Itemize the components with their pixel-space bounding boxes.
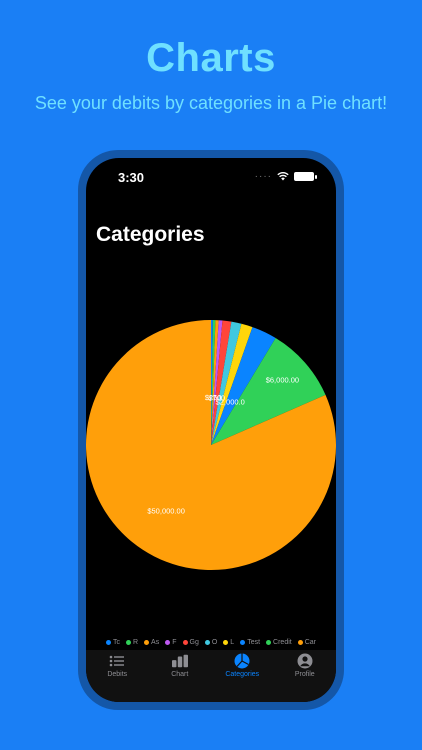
legend-swatch [266, 640, 272, 645]
legend-label: Car [304, 639, 317, 646]
legend-label: O [211, 639, 218, 646]
legend-item-tc: Tc [105, 639, 120, 646]
legend-label: Credit [273, 639, 292, 646]
status-icons: ···· [254, 169, 317, 183]
tab-categories[interactable]: Categories [211, 653, 273, 702]
tab-debits[interactable]: Debits [86, 653, 148, 702]
legend-item-f: F [165, 639, 177, 646]
tab-categories-label: Categories [225, 671, 260, 678]
legend-label: Tc [112, 639, 120, 646]
legend-swatch [165, 640, 171, 645]
pie-value-label: $50,000.00 [147, 507, 185, 516]
tab-chart[interactable]: Chart [149, 653, 211, 702]
phone-screen: 3:30 ···· Categories $50,000.00 $6,000.00… [86, 158, 336, 702]
legend-item-r: R [125, 639, 139, 646]
tab-profile[interactable]: Profile [274, 653, 336, 702]
tab-bar: Debits Chart Categories Profile [86, 650, 336, 702]
pie-value-label: $6,000.00 [266, 375, 299, 384]
legend-swatch [144, 640, 150, 645]
legend-item-gg: Gg [182, 639, 199, 646]
legend-swatch [223, 640, 229, 645]
page-title: Categories [96, 223, 205, 246]
legend-item-o: O [204, 639, 218, 646]
pie-value-label: $250 [205, 393, 222, 402]
tab-debits-label: Debits [107, 671, 128, 678]
legend-label: As [151, 639, 160, 646]
promo-headline: Charts [146, 36, 276, 80]
list-icon [109, 653, 125, 669]
legend-label: L [230, 639, 235, 646]
legend-item-test: Test [240, 639, 260, 646]
legend-label: Gg [189, 639, 199, 646]
promo-subline: See your debits by categories in a Pie c… [34, 93, 388, 113]
legend-label: F [172, 639, 177, 646]
legend-item-car: Car [297, 639, 317, 646]
legend-label: Test [247, 639, 261, 646]
tab-chart-label: Chart [171, 671, 189, 678]
legend-label: R [132, 639, 139, 646]
legend-swatch [105, 640, 111, 645]
pie-chart-icon [234, 653, 250, 669]
legend-swatch [125, 640, 131, 645]
battery-icon [294, 171, 317, 181]
pie-chart: $50,000.00$6,000.00$2,000.0$700$250 [86, 320, 336, 570]
legend-swatch [182, 640, 188, 645]
tab-profile-label: Profile [294, 671, 315, 678]
cellular-signal-icon: ···· [254, 170, 272, 182]
status-time: 3:30 [118, 170, 145, 185]
bar-chart-icon [171, 653, 188, 669]
legend-swatch [297, 640, 303, 645]
legend-swatch [240, 640, 246, 645]
legend-item-credit: Credit [266, 639, 292, 646]
wifi-icon [277, 171, 289, 181]
legend-swatch [204, 640, 210, 645]
legend-item-as: As [144, 639, 159, 646]
person-circle-icon [297, 653, 313, 669]
legend-item-l: L [223, 639, 234, 646]
chart-legend: Tc R As F Gg O L Test Credit Car [86, 639, 336, 646]
